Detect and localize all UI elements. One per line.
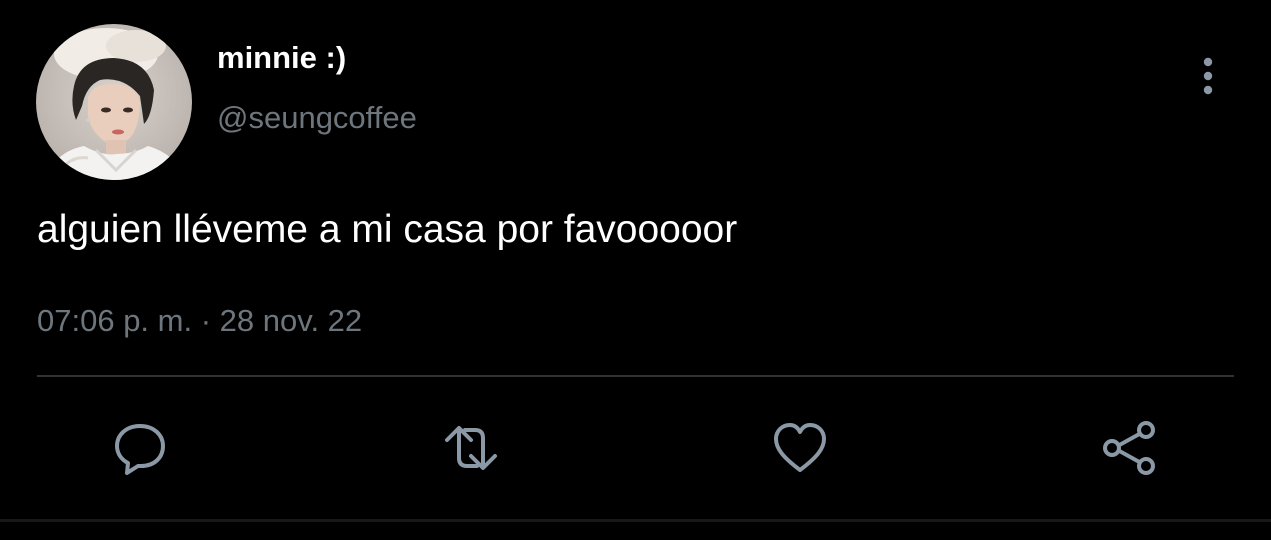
- like-button[interactable]: [768, 416, 832, 480]
- bottom-divider: [0, 519, 1271, 522]
- vertical-dots-icon: [1203, 57, 1213, 95]
- tweet-text: alguien lléveme a mi casa por favooooor: [37, 208, 738, 251]
- retweet-button[interactable]: [439, 416, 503, 480]
- display-name[interactable]: minnie :): [217, 40, 346, 76]
- timestamp-separator: ·: [200, 303, 212, 338]
- share-button[interactable]: [1098, 416, 1162, 480]
- divider: [37, 375, 1234, 377]
- tweet-date[interactable]: 28 nov. 22: [220, 303, 362, 338]
- user-handle[interactable]: @seungcoffee: [217, 100, 417, 136]
- tweet-card: minnie :) @seungcoffee alguien lléveme a…: [0, 0, 1271, 540]
- avatar[interactable]: [36, 24, 192, 180]
- share-nodes-icon: [1103, 421, 1155, 475]
- heart-icon: [774, 423, 826, 472]
- more-options-button[interactable]: [1188, 52, 1228, 96]
- tweet-time[interactable]: 07:06 p. m.: [37, 303, 192, 338]
- profile-photo-icon: [36, 24, 192, 180]
- speech-bubble-icon: [115, 424, 165, 475]
- retweet-arrows-icon: [445, 426, 497, 470]
- timestamp: 07:06 p. m. · 28 nov. 22: [37, 303, 362, 339]
- reply-button[interactable]: [108, 416, 172, 480]
